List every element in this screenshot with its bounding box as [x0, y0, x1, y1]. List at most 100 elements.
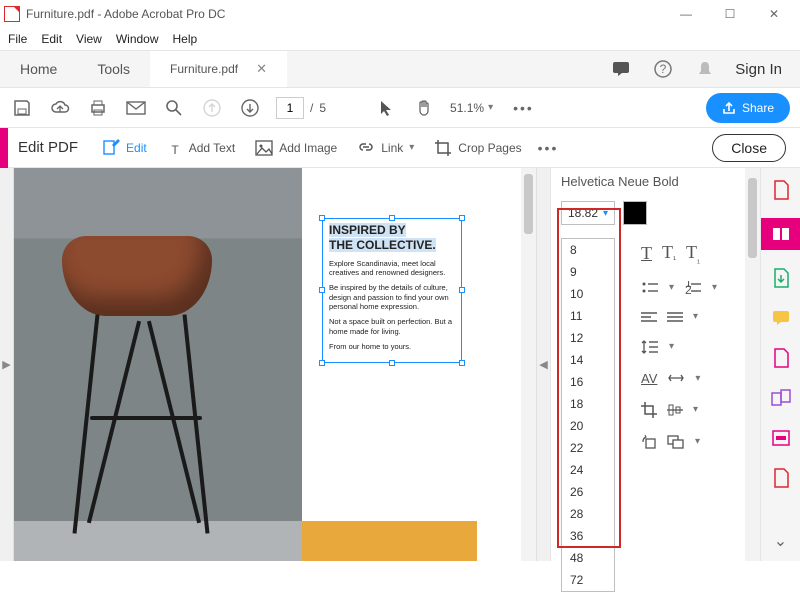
menu-help[interactable]: Help [173, 32, 198, 46]
mail-icon[interactable] [124, 96, 148, 120]
numbered-list-icon[interactable]: 12 [684, 281, 702, 295]
page-up-icon[interactable] [200, 96, 224, 120]
tab-document[interactable]: Furniture.pdf ✕ [150, 51, 287, 87]
size-option[interactable]: 8 [562, 239, 614, 261]
resize-handle[interactable] [459, 215, 465, 221]
kerning-icon[interactable]: AV [641, 371, 657, 386]
menu-edit[interactable]: Edit [41, 32, 62, 46]
zoom-dropdown[interactable]: 51.1% ▾ [450, 101, 493, 115]
rail-organize-icon[interactable] [769, 346, 793, 370]
canvas-scrollbar[interactable] [521, 168, 536, 561]
crop-tool-icon[interactable] [641, 402, 657, 418]
bullet-list-icon[interactable] [641, 281, 659, 295]
edit-label: Edit [126, 141, 147, 155]
resize-handle[interactable] [319, 287, 325, 293]
tab-home[interactable]: Home [0, 51, 77, 87]
size-option[interactable]: 18 [562, 393, 614, 415]
chevron-down-icon[interactable]: ▾ [693, 404, 698, 415]
size-option[interactable]: 16 [562, 371, 614, 393]
underline-icon[interactable]: T [641, 243, 652, 264]
format-panel-scrollbar[interactable] [745, 168, 760, 561]
size-option[interactable]: 28 [562, 503, 614, 525]
line-spacing-icon[interactable] [641, 339, 659, 355]
align-left-icon[interactable] [641, 311, 657, 323]
size-option[interactable]: 24 [562, 459, 614, 481]
font-family-dropdown[interactable]: Helvetica Neue Bold ▾ [551, 168, 760, 195]
cloud-icon[interactable] [48, 96, 72, 120]
resize-handle[interactable] [459, 360, 465, 366]
size-option[interactable]: 12 [562, 327, 614, 349]
resize-handle[interactable] [319, 360, 325, 366]
page-down-icon[interactable] [238, 96, 262, 120]
size-option[interactable]: 48 [562, 547, 614, 569]
resize-handle[interactable] [389, 360, 395, 366]
more-edit-icon[interactable]: ••• [532, 140, 565, 156]
rail-create-pdf-icon[interactable] [769, 178, 793, 202]
hspacing-icon[interactable] [667, 373, 685, 383]
chevron-down-icon[interactable]: ▾ [669, 282, 674, 293]
chevron-down-icon[interactable]: ▾ [669, 341, 674, 352]
size-option[interactable]: 72 [562, 569, 614, 591]
color-swatch[interactable] [623, 201, 647, 225]
arrange-icon[interactable] [667, 435, 685, 449]
panel-expand-right[interactable]: ◀ [536, 168, 550, 561]
add-image-button[interactable]: Add Image [245, 140, 347, 156]
resize-handle[interactable] [319, 215, 325, 221]
resize-handle[interactable] [389, 215, 395, 221]
tab-tools[interactable]: Tools [77, 51, 150, 87]
tab-close-icon[interactable]: ✕ [256, 61, 267, 77]
size-option[interactable]: 22 [562, 437, 614, 459]
chevron-down-icon[interactable]: ▾ [712, 282, 717, 293]
rail-export-pdf-icon[interactable] [769, 266, 793, 290]
resize-handle[interactable] [459, 287, 465, 293]
font-size-field[interactable]: 18.82 ▾ [561, 201, 615, 225]
bell-icon[interactable] [693, 57, 717, 81]
chevron-down-icon[interactable]: ▾ [693, 311, 698, 322]
size-option[interactable]: 11 [562, 305, 614, 327]
align-justify-icon[interactable] [667, 311, 683, 323]
size-option[interactable]: 20 [562, 415, 614, 437]
edit-button[interactable]: Edit [92, 139, 157, 157]
link-button[interactable]: Link ▾ [347, 140, 424, 156]
size-option[interactable]: 14 [562, 349, 614, 371]
close-edit-button[interactable]: Close [712, 134, 786, 162]
pointer-icon[interactable] [374, 96, 398, 120]
print-icon[interactable] [86, 96, 110, 120]
help-icon[interactable]: ? [651, 57, 675, 81]
rotate-icon[interactable] [641, 434, 657, 450]
hand-icon[interactable] [412, 96, 436, 120]
size-option[interactable]: 10 [562, 283, 614, 305]
close-window-button[interactable]: ✕ [752, 0, 796, 28]
comment-icon[interactable] [609, 57, 633, 81]
minimize-button[interactable]: — [664, 0, 708, 28]
menu-window[interactable]: Window [116, 32, 159, 46]
selected-text-frame[interactable]: INSPIRED BY THE COLLECTIVE. Explore Scan… [322, 218, 462, 363]
size-option[interactable]: 36 [562, 525, 614, 547]
maximize-button[interactable]: ☐ [708, 0, 752, 28]
rail-combine-icon[interactable] [769, 386, 793, 410]
rail-protect-icon[interactable] [769, 466, 793, 490]
rail-redact-icon[interactable] [769, 426, 793, 450]
crop-button[interactable]: Crop Pages [424, 139, 531, 157]
search-icon[interactable] [162, 96, 186, 120]
more-toolbar-icon[interactable]: ••• [507, 100, 540, 116]
menu-file[interactable]: File [8, 32, 27, 46]
page-current-input[interactable] [276, 97, 304, 119]
rail-comment-icon[interactable] [769, 306, 793, 330]
size-option[interactable]: 9 [562, 261, 614, 283]
menu-view[interactable]: View [76, 32, 102, 46]
chevron-down-icon[interactable]: ▾ [695, 373, 700, 384]
sign-in-link[interactable]: Sign In [735, 61, 782, 78]
document-canvas[interactable]: INSPIRED BY THE COLLECTIVE. Explore Scan… [14, 168, 536, 561]
share-button[interactable]: Share [706, 93, 790, 123]
add-text-button[interactable]: T Add Text [157, 140, 245, 156]
rail-edit-pdf-icon[interactable] [761, 218, 800, 250]
superscript-icon[interactable]: T¹ [662, 242, 676, 265]
rail-expand-icon[interactable]: ⌄ [769, 529, 793, 553]
save-icon[interactable] [10, 96, 34, 120]
align-objects-icon[interactable] [667, 403, 683, 417]
panel-expand-left[interactable]: ▶ [0, 168, 14, 561]
subscript-icon[interactable]: T₁ [686, 242, 700, 265]
chevron-down-icon[interactable]: ▾ [695, 436, 700, 447]
size-option[interactable]: 26 [562, 481, 614, 503]
